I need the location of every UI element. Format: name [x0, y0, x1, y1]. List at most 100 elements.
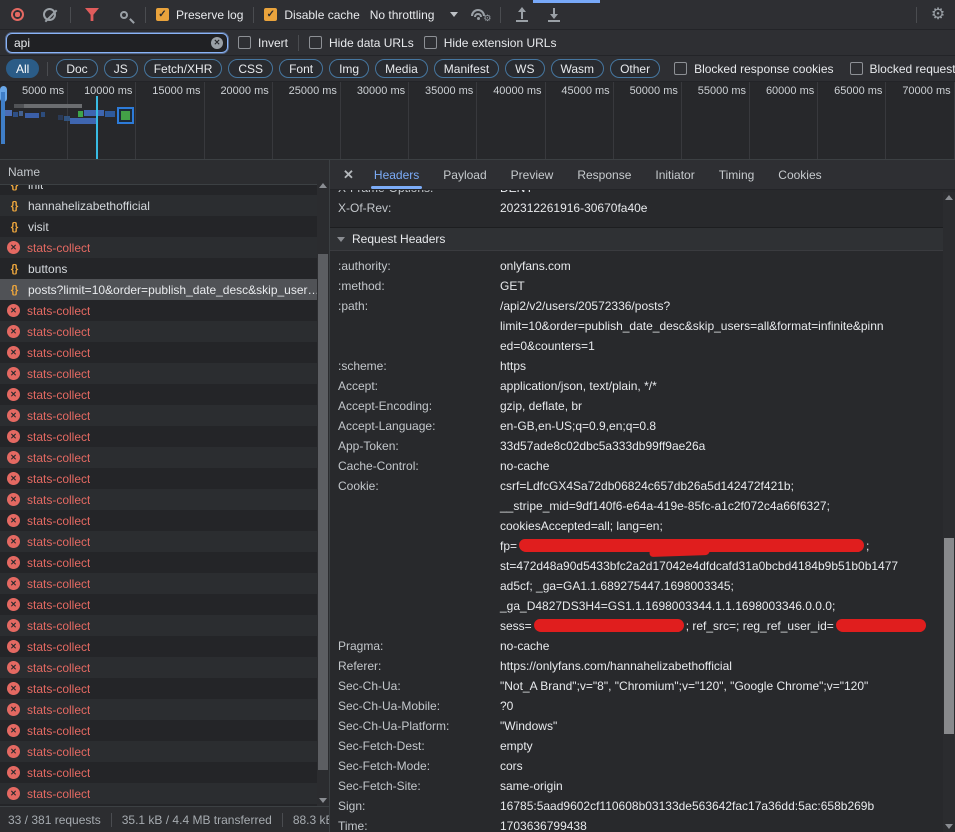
record-button[interactable] [6, 4, 28, 26]
filter-type-doc[interactable]: Doc [56, 59, 97, 78]
timeline-tick-column: 5000 ms [0, 82, 68, 159]
clear-button[interactable] [38, 4, 60, 26]
request-row[interactable]: {}buttons [0, 258, 329, 279]
request-row[interactable]: ✕stats-collect [0, 363, 329, 384]
request-row[interactable]: ✕stats-collect [0, 300, 329, 321]
filter-type-img[interactable]: Img [329, 59, 369, 78]
filter-type-all[interactable]: All [6, 59, 39, 78]
request-error-icon: ✕ [7, 556, 20, 569]
overview-activity-bar [70, 118, 96, 124]
request-row[interactable]: ✕stats-collect [0, 405, 329, 426]
scroll-up-icon[interactable] [945, 195, 953, 200]
request-row[interactable]: ✕stats-collect [0, 489, 329, 510]
filter-type-js[interactable]: JS [104, 59, 138, 78]
request-row[interactable]: ✕stats-collect [0, 321, 329, 342]
clear-icon [43, 8, 56, 21]
filter-type-fetch-xhr[interactable]: Fetch/XHR [144, 59, 223, 78]
scrollbar-thumb[interactable] [944, 538, 954, 734]
search-button[interactable] [113, 4, 135, 26]
request-headers-section-header[interactable]: Request Headers [330, 227, 943, 251]
blocked-response-cookies-label: Blocked response cookies [694, 62, 833, 76]
scroll-down-icon[interactable] [319, 798, 327, 803]
close-icon[interactable]: ✕ [343, 167, 354, 183]
request-row[interactable]: {}init [0, 185, 329, 195]
filter-input[interactable] [6, 33, 228, 53]
invert-checkbox[interactable]: Invert [238, 36, 288, 50]
filter-type-media[interactable]: Media [375, 59, 428, 78]
request-row[interactable]: ✕stats-collect [0, 426, 329, 447]
request-row[interactable]: {}posts?limit=10&order=publish_date_desc… [0, 279, 329, 300]
request-row[interactable]: ✕stats-collect [0, 594, 329, 615]
request-row[interactable]: ✕stats-collect [0, 762, 329, 783]
request-error-icon: ✕ [7, 745, 20, 758]
request-row[interactable]: ✕stats-collect [0, 699, 329, 720]
tab-initiator[interactable]: Initiator [646, 160, 703, 190]
hide-data-urls-checkbox[interactable]: Hide data URLs [309, 36, 414, 50]
request-row[interactable]: ✕stats-collect [0, 552, 329, 573]
timeline-tick-label: 20000 ms [220, 85, 268, 97]
header-row: Referer:https://onlyfans.com/hannaheliza… [330, 656, 943, 676]
request-row[interactable]: ✕stats-collect [0, 531, 329, 552]
header-row: Accept:application/json, text/plain, */* [330, 376, 943, 396]
tab-headers[interactable]: Headers [365, 160, 428, 190]
header-name: Time: [338, 816, 500, 832]
details-scrollbar[interactable] [943, 192, 955, 832]
tab-cookies[interactable]: Cookies [769, 160, 830, 190]
filter-type-font[interactable]: Font [279, 59, 323, 78]
header-row: :scheme:https [330, 356, 943, 376]
request-row[interactable]: ✕stats-collect [0, 657, 329, 678]
filter-type-ws[interactable]: WS [505, 59, 544, 78]
filter-toggle-button[interactable] [81, 4, 103, 26]
request-row[interactable]: ✕stats-collect [0, 615, 329, 636]
blocked-response-cookies-checkbox[interactable]: Blocked response cookies [674, 62, 833, 76]
filter-type-wasm[interactable]: Wasm [551, 59, 605, 78]
network-overview-timeline[interactable]: 5000 ms10000 ms15000 ms20000 ms25000 ms3… [0, 82, 955, 160]
hide-extension-urls-checkbox[interactable]: Hide extension URLs [424, 36, 557, 50]
request-row[interactable]: ✕stats-collect [0, 384, 329, 405]
request-row[interactable]: ✕stats-collect [0, 447, 329, 468]
timeline-tick-label: 50000 ms [630, 85, 678, 97]
tab-payload[interactable]: Payload [434, 160, 495, 190]
scroll-down-icon[interactable] [945, 824, 953, 829]
preserve-log-checkbox[interactable]: Preserve log [156, 8, 243, 22]
header-row: Pragma:no-cache [330, 636, 943, 656]
request-row[interactable]: ✕stats-collect [0, 636, 329, 657]
request-list-scrollbar[interactable] [317, 180, 329, 806]
throttling-select[interactable]: No throttling [370, 8, 459, 22]
header-name: :authority: [338, 256, 500, 276]
tab-response[interactable]: Response [568, 160, 640, 190]
timeline-tick-column: 60000 ms [750, 82, 818, 159]
request-error-icon: ✕ [7, 472, 20, 485]
export-har-button[interactable] [543, 4, 565, 26]
request-row[interactable]: ✕stats-collect [0, 510, 329, 531]
request-row[interactable]: {}visit [0, 216, 329, 237]
request-row[interactable]: ✕stats-collect [0, 678, 329, 699]
request-row[interactable]: ✕stats-collect [0, 342, 329, 363]
request-row[interactable]: ✕stats-collect [0, 468, 329, 489]
clear-input-icon[interactable] [211, 37, 223, 49]
request-row[interactable]: ✕stats-collect [0, 237, 329, 258]
disable-cache-checkbox[interactable]: Disable cache [264, 8, 359, 22]
filter-type-css[interactable]: CSS [228, 59, 273, 78]
request-details-panel: ✕ HeadersPayloadPreviewResponseInitiator… [330, 160, 955, 832]
request-error-icon: ✕ [7, 241, 20, 254]
blocked-requests-checkbox[interactable]: Blocked requests [850, 62, 955, 76]
request-row[interactable]: ✕stats-collect [0, 573, 329, 594]
tab-preview[interactable]: Preview [502, 160, 563, 190]
request-row[interactable]: {}hannahelizabethofficial [0, 195, 329, 216]
details-tab-bar: ✕ HeadersPayloadPreviewResponseInitiator… [330, 160, 955, 190]
tab-timing[interactable]: Timing [710, 160, 764, 190]
request-row[interactable]: ✕stats-collect [0, 783, 329, 804]
overview-window-edge[interactable] [1, 92, 5, 144]
settings-button[interactable]: ⚙ [927, 4, 949, 26]
filter-type-other[interactable]: Other [610, 59, 660, 78]
request-row[interactable]: ✕stats-collect [0, 741, 329, 762]
scroll-up-icon[interactable] [319, 183, 327, 188]
request-row[interactable]: ✕stats-collect [0, 720, 329, 741]
request-error-icon: ✕ [7, 619, 20, 632]
filter-type-manifest[interactable]: Manifest [434, 59, 499, 78]
network-conditions-button[interactable]: ⚙ [468, 4, 490, 26]
name-column-header[interactable]: Name [0, 160, 329, 185]
scrollbar-thumb[interactable] [318, 254, 328, 770]
import-har-button[interactable] [511, 4, 533, 26]
